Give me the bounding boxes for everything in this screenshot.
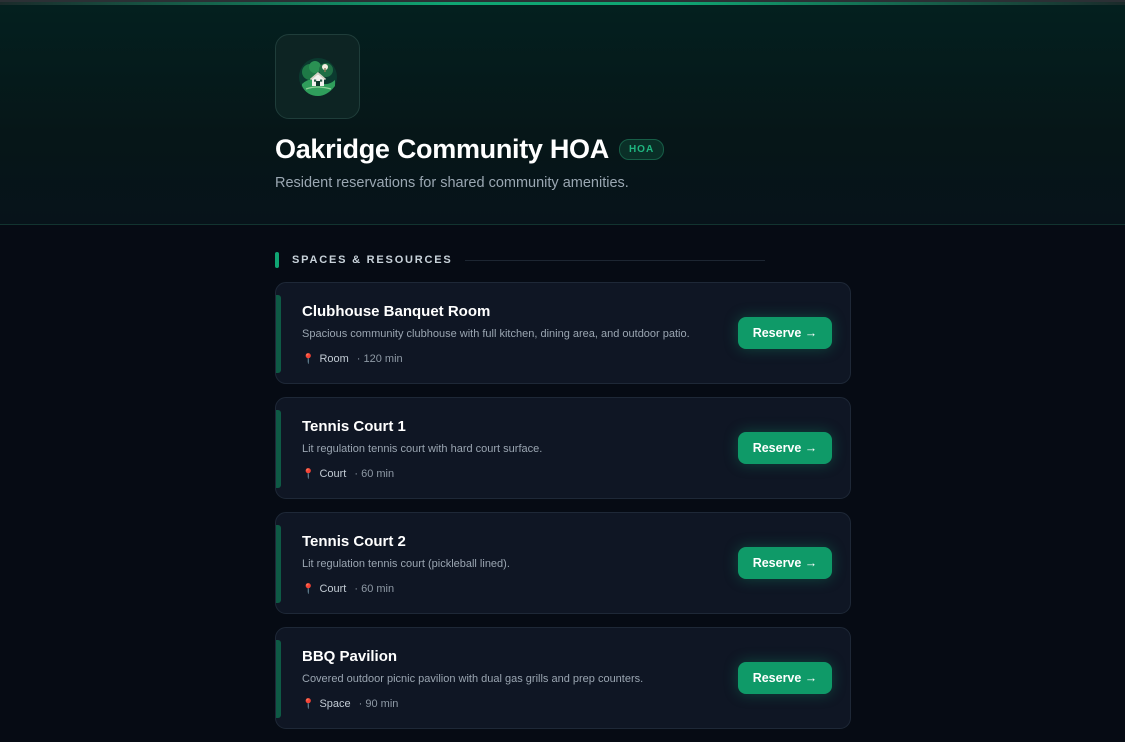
resource-description: Lit regulation tennis court with hard co… bbox=[302, 443, 543, 455]
section-divider bbox=[464, 259, 765, 261]
title-row: Oakridge Community HOA HOA bbox=[275, 134, 665, 165]
location-pin-icon: 📍 bbox=[302, 468, 315, 480]
resource-card: Clubhouse Banquet Room Spacious communit… bbox=[275, 282, 851, 384]
location-pin-icon: 📍 bbox=[302, 353, 315, 365]
section-header: SPACES & RESOURCES bbox=[275, 252, 765, 268]
resource-description: Covered outdoor picnic pavilion with dua… bbox=[302, 673, 644, 685]
location-pin-icon: 📍 bbox=[302, 583, 315, 595]
org-logo bbox=[275, 34, 360, 119]
section-accent-bar bbox=[275, 252, 279, 268]
resource-card: Tennis Court 1 Lit regulation tennis cou… bbox=[275, 397, 851, 499]
card-accent-bar bbox=[276, 410, 281, 488]
card-accent-bar bbox=[276, 295, 281, 373]
resource-duration: · 60 min bbox=[354, 468, 395, 480]
resource-card: Tennis Court 2 Lit regulation tennis cou… bbox=[275, 512, 851, 614]
page-subtitle: Resident reservations for shared communi… bbox=[275, 175, 629, 191]
resource-card: BBQ Pavilion Covered outdoor picnic pavi… bbox=[275, 627, 851, 729]
resource-type: Room bbox=[319, 353, 349, 365]
resource-list: Clubhouse Banquet Room Spacious communit… bbox=[275, 282, 851, 742]
reserve-button[interactable]: Reserve → bbox=[738, 662, 832, 694]
resource-meta: 📍 Court · 60 min bbox=[302, 468, 394, 480]
resource-meta: 📍 Court · 60 min bbox=[302, 583, 394, 595]
hero-header: Oakridge Community HOA HOA Resident rese… bbox=[0, 5, 1125, 225]
resource-description: Spacious community clubhouse with full k… bbox=[302, 328, 690, 340]
card-accent-bar bbox=[276, 525, 281, 603]
page-title: Oakridge Community HOA bbox=[275, 134, 609, 164]
reserve-button[interactable]: Reserve → bbox=[738, 432, 832, 464]
house-tree-logo-icon bbox=[298, 57, 337, 96]
resource-duration: · 120 min bbox=[356, 353, 403, 365]
reserve-button[interactable]: Reserve → bbox=[738, 547, 832, 579]
resource-name: BBQ Pavilion bbox=[302, 648, 398, 665]
location-pin-icon: 📍 bbox=[302, 698, 315, 710]
org-type-badge: HOA bbox=[618, 139, 665, 160]
resource-type: Court bbox=[319, 583, 347, 595]
resource-name: Clubhouse Banquet Room bbox=[302, 303, 491, 320]
resource-type: Space bbox=[319, 698, 351, 710]
resource-name: Tennis Court 1 bbox=[302, 418, 406, 435]
resource-duration: · 60 min bbox=[354, 583, 395, 595]
resource-name: Tennis Court 2 bbox=[302, 533, 406, 550]
resource-meta: 📍 Space · 90 min bbox=[302, 698, 398, 710]
resource-description: Lit regulation tennis court (pickleball … bbox=[302, 558, 510, 570]
resource-meta: 📍 Room · 120 min bbox=[302, 353, 403, 365]
section-label: SPACES & RESOURCES bbox=[292, 254, 453, 266]
resource-duration: · 90 min bbox=[358, 698, 399, 710]
reserve-button[interactable]: Reserve → bbox=[738, 317, 832, 349]
card-accent-bar bbox=[276, 640, 281, 718]
resource-type: Court bbox=[319, 468, 347, 480]
